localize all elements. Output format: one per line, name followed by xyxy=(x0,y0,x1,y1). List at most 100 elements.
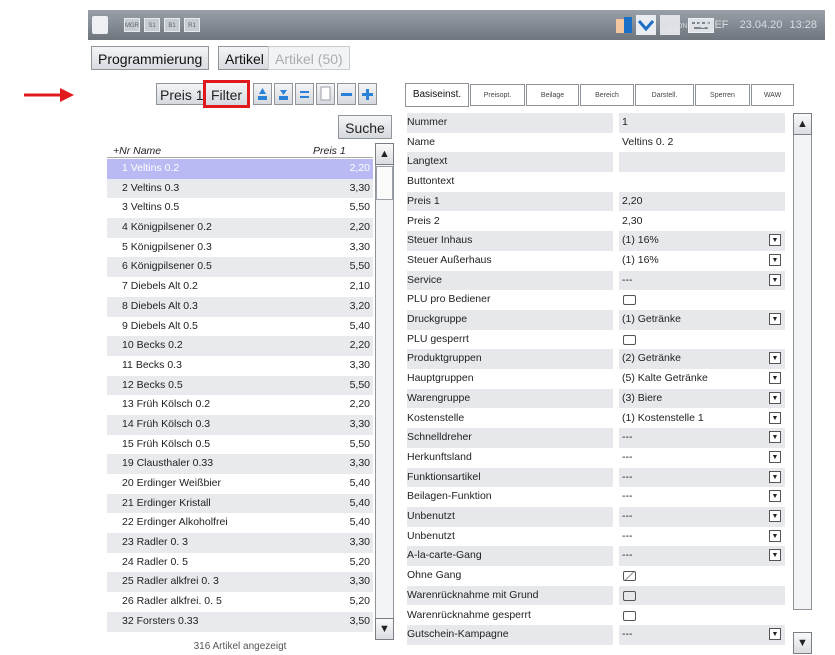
field-value[interactable]: 2,20 xyxy=(619,191,785,212)
field-value[interactable] xyxy=(619,152,785,173)
import-icon[interactable] xyxy=(253,83,272,105)
mgr-button[interactable]: MGR xyxy=(124,18,140,32)
field-value[interactable]: --- ▼ xyxy=(619,467,785,488)
field-value[interactable]: --- ▼ xyxy=(619,546,785,567)
field-value[interactable]: (1) 16% ▼ xyxy=(619,231,785,251)
list-item[interactable]: 10 Becks 0.2 2,20 xyxy=(107,336,373,356)
field-value[interactable]: (2) Getränke ▼ xyxy=(619,349,785,370)
detail-tab[interactable]: WAW xyxy=(751,84,794,106)
field-value[interactable] xyxy=(619,606,785,626)
list-item[interactable]: 11 Becks 0.3 3,30 xyxy=(107,356,373,376)
dropdown-arrow-icon[interactable]: ▼ xyxy=(769,391,781,404)
dropdown-arrow-icon[interactable]: ▼ xyxy=(769,411,781,424)
dropdown-arrow-icon[interactable]: ▼ xyxy=(769,313,781,325)
field-value[interactable]: --- ▼ xyxy=(619,428,785,448)
b1-button[interactable]: B1 xyxy=(164,18,180,32)
detail-tab[interactable]: Beilage xyxy=(526,84,579,106)
field-value[interactable]: --- ▼ xyxy=(619,448,785,468)
list-item[interactable]: 26 Radler alkfrei. 0. 5 5,20 xyxy=(107,592,373,612)
field-value[interactable] xyxy=(619,290,785,310)
dropdown-arrow-icon[interactable]: ▼ xyxy=(769,549,781,562)
field-value[interactable] xyxy=(619,585,785,606)
dropdown-arrow-icon[interactable]: ▼ xyxy=(769,431,781,444)
dropdown-arrow-icon[interactable]: ▼ xyxy=(769,470,781,483)
list-scroll-thumb[interactable] xyxy=(376,166,393,200)
field-value[interactable]: (1) Getränke ▼ xyxy=(619,310,785,330)
list-item[interactable]: 23 Radler 0. 3 3,30 xyxy=(107,533,373,553)
detail-tab[interactable]: Bereich xyxy=(580,84,634,106)
field-value[interactable]: --- ▼ xyxy=(619,507,785,527)
dropdown-arrow-icon[interactable]: ▼ xyxy=(769,372,781,385)
list-item[interactable]: 3 Veltins 0.5 5,50 xyxy=(107,198,373,218)
tab-artikel[interactable]: Artikel xyxy=(218,46,271,70)
tab-artikel-count[interactable]: Artikel (50) xyxy=(268,46,350,70)
list-item[interactable]: 25 Radler alkfrei 0. 3 3,30 xyxy=(107,572,373,593)
r1-button[interactable]: R1 xyxy=(184,18,200,32)
field-value[interactable] xyxy=(619,172,785,192)
field-value[interactable]: (5) Kalte Getränke ▼ xyxy=(619,369,785,389)
list-item[interactable]: 8 Diebels Alt 0.3 3,20 xyxy=(107,296,373,317)
column-nr-name[interactable]: +Nr Name xyxy=(113,145,161,157)
field-value[interactable]: (3) Biere ▼ xyxy=(619,388,785,409)
list-item[interactable]: 15 Früh Kölsch 0.5 5,50 xyxy=(107,435,373,455)
list-item[interactable]: 19 Clausthaler 0.33 3,30 xyxy=(107,454,373,474)
checkbox[interactable] xyxy=(623,590,636,601)
dropdown-arrow-icon[interactable]: ▼ xyxy=(769,510,781,522)
field-value[interactable]: (1) Kostenstelle 1 ▼ xyxy=(619,409,785,429)
dropdown-arrow-icon[interactable]: ▼ xyxy=(769,352,781,365)
list-item[interactable]: 5 Königpilsener 0.3 3,30 xyxy=(107,238,373,258)
column-price[interactable]: Preis 1 xyxy=(313,145,346,157)
list-item[interactable]: 4 Königpilsener 0.2 2,20 xyxy=(107,218,373,238)
search-button[interactable]: Suche xyxy=(338,115,392,139)
field-value[interactable] xyxy=(619,330,785,350)
dropdown-arrow-icon[interactable]: ▼ xyxy=(769,529,781,542)
detail-tab[interactable]: Preisopt. xyxy=(470,84,525,106)
tab-programmierung[interactable]: Programmierung xyxy=(91,46,210,70)
field-value[interactable]: --- ▼ xyxy=(619,527,785,547)
list-item[interactable]: 24 Radler 0. 5 5,20 xyxy=(107,553,373,573)
dropdown-arrow-icon[interactable]: ▼ xyxy=(769,450,781,463)
detail-scroll-up-icon[interactable]: ▲ xyxy=(793,113,812,135)
list-item[interactable]: 12 Becks 0.5 5,50 xyxy=(107,375,373,396)
export-icon[interactable] xyxy=(274,83,293,105)
price-selector-button[interactable]: Preis 1 xyxy=(156,83,208,105)
dropdown-arrow-icon[interactable]: ▼ xyxy=(769,628,781,641)
list-item[interactable]: 1 Veltins 0.2 2,20 xyxy=(107,159,373,179)
dropdown-arrow-icon[interactable]: ▼ xyxy=(769,273,781,286)
detail-scroll-down-icon[interactable]: ▼ xyxy=(793,632,812,654)
list-scrollbar[interactable]: ▲ ▼ xyxy=(375,143,394,640)
field-value[interactable]: --- ▼ xyxy=(619,625,785,645)
list-item[interactable]: 13 Früh Kölsch 0.2 2,20 xyxy=(107,395,373,415)
field-value[interactable]: 2,30 xyxy=(619,212,785,232)
dropdown-arrow-icon[interactable]: ▼ xyxy=(769,490,781,503)
detail-tab[interactable]: Sperren xyxy=(695,84,750,106)
field-value[interactable]: Veltins 0. 2 xyxy=(619,133,785,153)
list-item[interactable]: 22 Erdinger Alkoholfrei 5,40 xyxy=(107,513,373,533)
checkbox[interactable] xyxy=(623,295,636,306)
detail-scrollbar[interactable]: ▲ xyxy=(793,113,812,610)
list-icon[interactable] xyxy=(295,83,314,105)
filter-button[interactable]: Filter xyxy=(203,80,250,108)
field-value[interactable]: 1 xyxy=(619,113,785,133)
field-value[interactable]: --- ▼ xyxy=(619,270,785,291)
dropdown-arrow-icon[interactable]: ▼ xyxy=(769,253,781,266)
list-item[interactable]: 21 Erdinger Kristall 5,40 xyxy=(107,493,373,514)
list-item[interactable]: 32 Forsters 0.33 3,50 xyxy=(107,611,373,632)
checkbox[interactable] xyxy=(623,610,636,621)
scroll-down-icon[interactable]: ▼ xyxy=(375,618,394,640)
add-icon[interactable] xyxy=(358,83,377,105)
list-item[interactable]: 7 Diebels Alt 0.2 2,10 xyxy=(107,277,373,297)
list-item[interactable]: 6 Königpilsener 0.5 5,50 xyxy=(107,257,373,278)
list-item[interactable]: 14 Früh Kölsch 0.3 3,30 xyxy=(107,414,373,435)
checkbox[interactable] xyxy=(623,334,636,345)
detail-tab[interactable]: Basiseinst. xyxy=(405,83,469,107)
checkbox[interactable] xyxy=(623,571,636,582)
s1-button[interactable]: S1 xyxy=(144,18,160,32)
detail-tab[interactable]: Darstell. xyxy=(635,84,694,106)
remove-icon[interactable] xyxy=(337,83,356,105)
field-value[interactable]: --- ▼ xyxy=(619,487,785,507)
dropdown-arrow-icon[interactable]: ▼ xyxy=(769,234,781,247)
scroll-up-icon[interactable]: ▲ xyxy=(375,143,394,165)
field-value[interactable] xyxy=(619,566,785,586)
list-item[interactable]: 9 Diebels Alt 0.5 5,40 xyxy=(107,317,373,337)
